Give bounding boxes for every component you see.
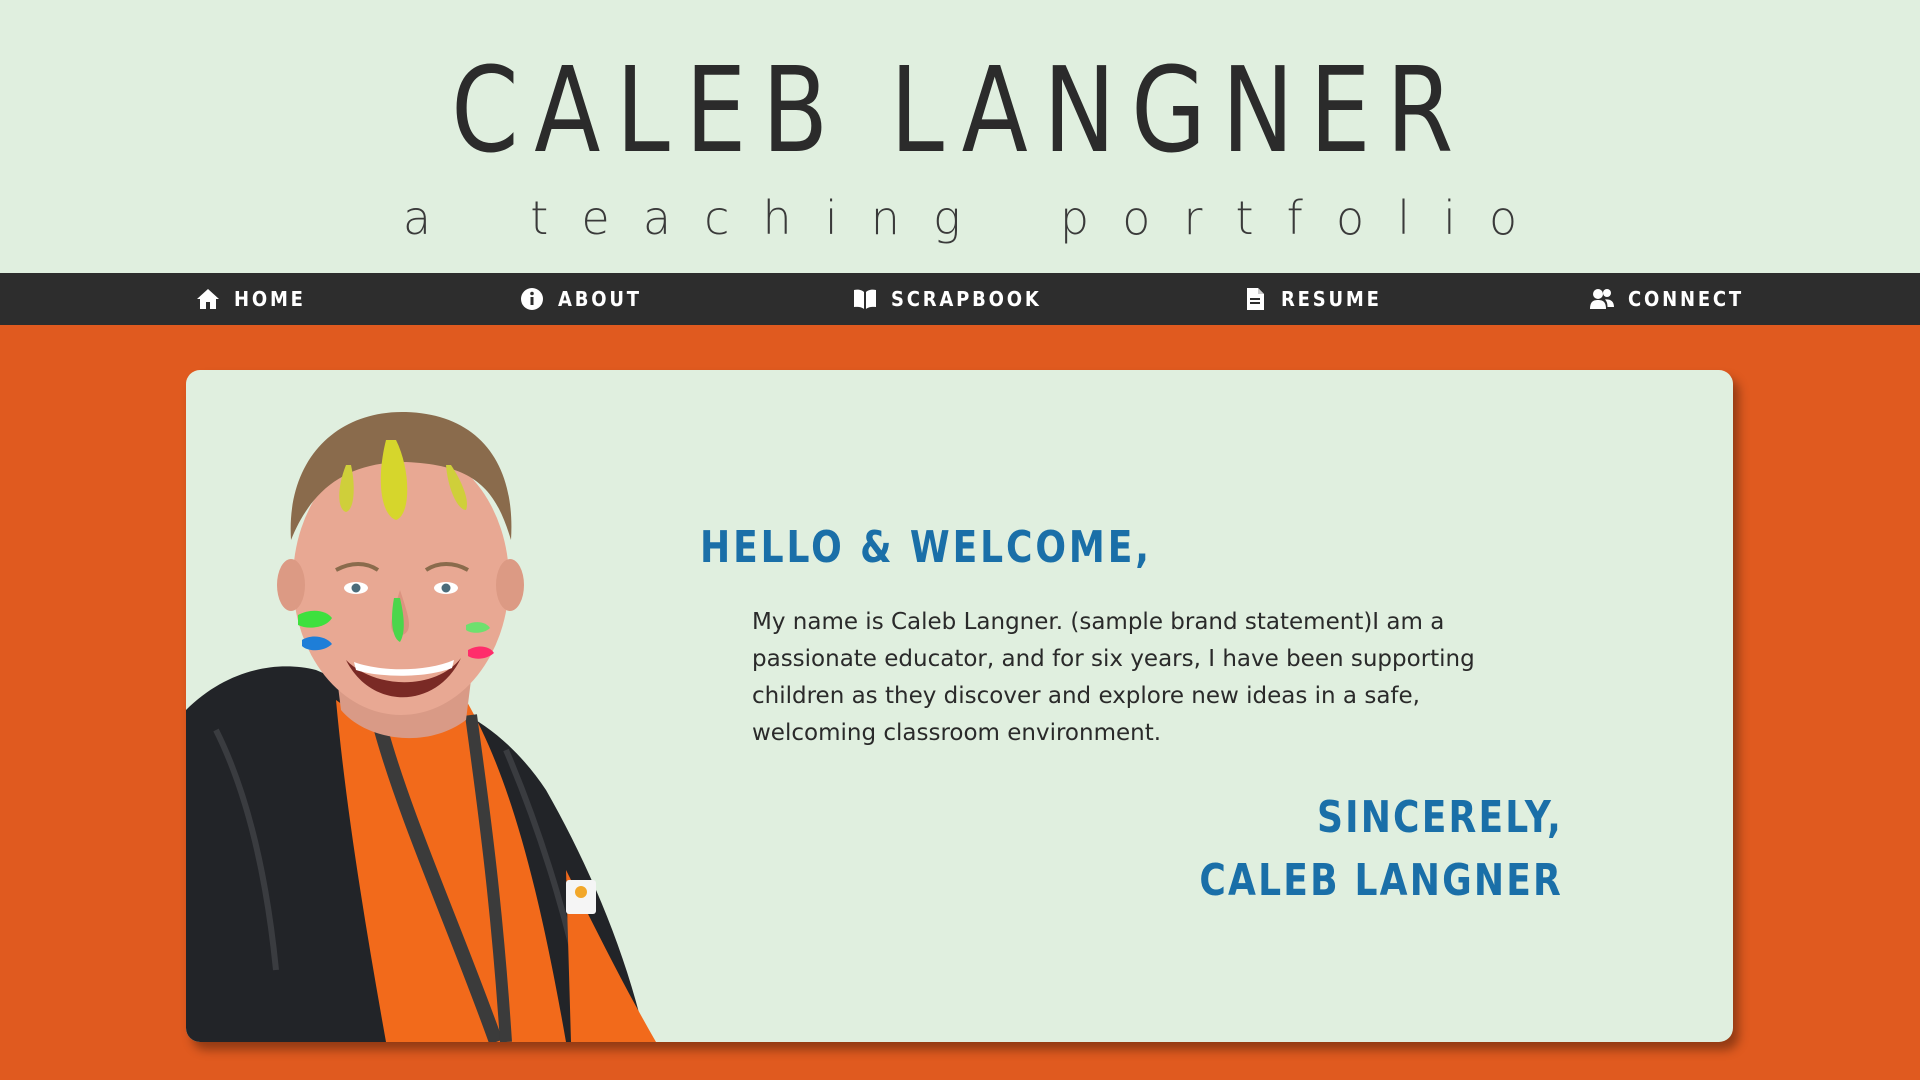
nav-item-connect[interactable]: CONNECT [1590,273,1744,325]
document-icon [1247,288,1264,310]
nav-item-label: HOME [234,287,306,311]
brand-statement: My name is Caleb Langner. (sample brand … [752,609,1475,746]
signoff-closing: SINCERELY, [1316,792,1563,843]
welcome-heading: HELLO & WELCOME, [700,522,1152,573]
nav-item-label: ABOUT [558,287,642,311]
site-header: CALEB LANGNER a teaching portfolio [0,0,1920,273]
book-icon [854,289,876,309]
portrait-illustration [186,411,656,1042]
nav-item-label: CONNECT [1628,287,1744,311]
users-icon [1590,289,1614,309]
nav-item-about[interactable]: ABOUT [520,273,642,325]
site-title: CALEB LANGNER [451,41,1469,179]
nav-item-resume[interactable]: RESUME [1243,273,1382,325]
nav-item-scrapbook[interactable]: SCRAPBOOK [853,273,1042,325]
signoff: SINCERELY, CALEB LANGNER [1071,786,1563,912]
signoff-name: CALEB LANGNER [1199,855,1563,906]
main-nav: HOME ABOUT SCRAPBOOK RESUME CONNECT [0,273,1920,325]
nav-item-label: RESUME [1281,287,1382,311]
home-icon [197,289,219,309]
nav-item-home[interactable]: HOME [196,273,306,325]
portrait-photo [186,370,691,1042]
info-icon [521,288,543,310]
welcome-card: HELLO & WELCOME, My name is Caleb Langne… [186,370,1733,1042]
nav-item-label: SCRAPBOOK [891,287,1042,311]
site-subtitle: a teaching portfolio [402,191,1551,245]
